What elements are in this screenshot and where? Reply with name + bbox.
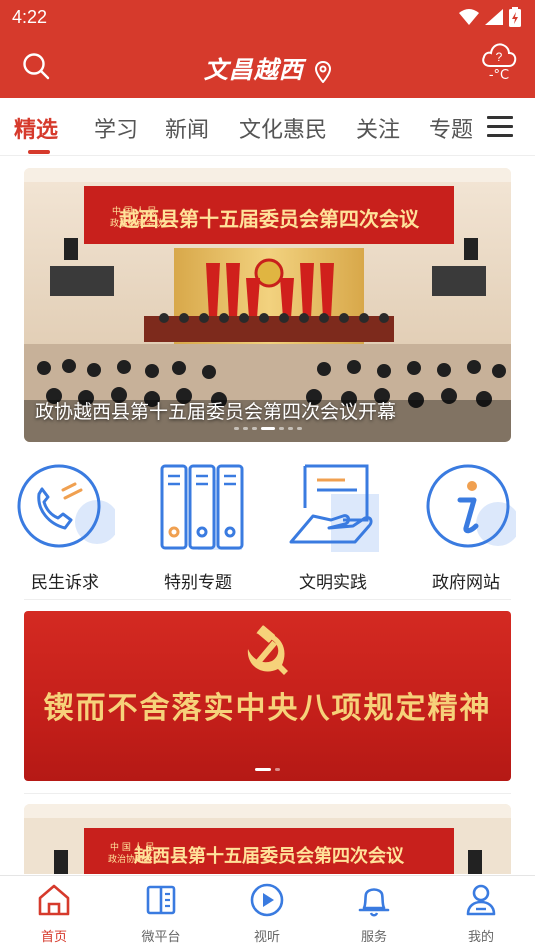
binders-icon bbox=[160, 464, 244, 550]
nav-home[interactable]: 首页 bbox=[14, 882, 94, 945]
phone-icon bbox=[17, 464, 119, 548]
quick-entry-grid: 民生诉求 特别专题 文明实践 政府网站 bbox=[0, 460, 535, 600]
user-icon bbox=[466, 884, 496, 916]
nav-label: 微平台 bbox=[141, 930, 181, 945]
weather-unknown: ? bbox=[496, 50, 503, 64]
banner-pagination bbox=[24, 756, 511, 775]
entry-government-site[interactable]: 政府网站 bbox=[411, 460, 521, 593]
tab-featured[interactable]: 精选 bbox=[14, 112, 58, 144]
nav-label: 首页 bbox=[40, 930, 67, 945]
entry-label: 特别专题 bbox=[164, 573, 232, 593]
hero-carousel[interactable]: 越西县第十五届委员会第四次会议 中 国 人 民 政治协商会议 政协越西县第十五届… bbox=[24, 168, 511, 442]
entry-label: 民生诉求 bbox=[31, 573, 99, 593]
tab-indicator bbox=[28, 150, 50, 154]
status-bar: 4:22 bbox=[0, 0, 535, 36]
app-header: 4:22 文昌越西 ? -°C bbox=[0, 0, 535, 98]
hand-document-icon bbox=[289, 464, 379, 552]
nav-label: 我的 bbox=[467, 930, 494, 945]
status-time: 4:22 bbox=[12, 7, 48, 27]
news-card[interactable]: 越西县第十五届委员会第四次会议 中 国 人 民 政治协商会议 bbox=[24, 804, 511, 874]
card2-org-line1: 中 国 人 民 bbox=[110, 841, 155, 853]
book-icon bbox=[146, 885, 176, 915]
promo-banner[interactable]: 锲而不舍落实中央八项规定精神 bbox=[24, 611, 511, 781]
app-logo: 文昌越西 bbox=[0, 50, 535, 85]
wifi-icon bbox=[459, 9, 479, 25]
card2-org-line2: 政治协商会议 bbox=[108, 853, 162, 865]
nav-label: 视听 bbox=[253, 930, 280, 945]
promo-slogan: 锲而不舍落实中央八项规定精神 bbox=[43, 691, 492, 726]
entry-livelihood[interactable]: 民生诉求 bbox=[10, 460, 120, 593]
tab-culture[interactable]: 文化惠民 bbox=[239, 112, 327, 144]
location-pin-icon[interactable] bbox=[315, 60, 332, 83]
nav-microplatform[interactable]: 微平台 bbox=[121, 882, 201, 945]
info-icon bbox=[426, 464, 520, 548]
battery-icon bbox=[509, 7, 521, 27]
hero-org-line2: 政治协商会议 bbox=[110, 217, 164, 229]
app-bar: 文昌越西 ? -°C bbox=[0, 36, 535, 98]
entry-label: 文明实践 bbox=[299, 573, 367, 593]
tab-study[interactable]: 学习 bbox=[94, 112, 138, 144]
nav-profile[interactable]: 我的 bbox=[441, 882, 521, 945]
cloud-icon: ? bbox=[482, 43, 517, 67]
hero-pagination bbox=[24, 415, 511, 434]
status-icons bbox=[459, 7, 521, 27]
category-tabs: 精选 学习 新闻 文化惠民 关注 专题 bbox=[0, 98, 535, 156]
home-icon bbox=[38, 884, 70, 916]
weather-widget[interactable]: ? -°C bbox=[479, 40, 519, 92]
cellular-icon bbox=[485, 9, 503, 25]
section-divider bbox=[24, 599, 511, 600]
nav-services[interactable]: 服务 bbox=[334, 882, 414, 945]
weather-temp: -°C bbox=[488, 68, 510, 83]
hero-org-line1: 中 国 人 民 bbox=[112, 205, 157, 217]
hammer-sickle-icon bbox=[247, 625, 288, 675]
entry-civilization[interactable]: 文明实践 bbox=[278, 460, 388, 593]
card2-banner-text: 越西县第十五届委员会第四次会议 bbox=[133, 845, 405, 867]
menu-icon[interactable] bbox=[487, 116, 513, 138]
play-icon bbox=[250, 883, 284, 917]
entry-label: 政府网站 bbox=[432, 573, 500, 593]
tab-topics[interactable]: 专题 bbox=[429, 112, 473, 144]
bell-icon bbox=[358, 888, 390, 917]
tab-news[interactable]: 新闻 bbox=[165, 112, 209, 144]
tab-follow[interactable]: 关注 bbox=[356, 112, 400, 144]
section-divider bbox=[24, 793, 511, 794]
news-card-photo: 越西县第十五届委员会第四次会议 中 国 人 民 政治协商会议 bbox=[24, 804, 511, 874]
entry-special-topics[interactable]: 特别专题 bbox=[143, 460, 253, 593]
nav-label: 服务 bbox=[360, 930, 387, 945]
nav-media[interactable]: 视听 bbox=[227, 882, 307, 945]
bottom-nav: 首页 微平台 视听 服务 我的 bbox=[0, 875, 535, 951]
logo-text: 文昌越西 bbox=[203, 55, 304, 84]
